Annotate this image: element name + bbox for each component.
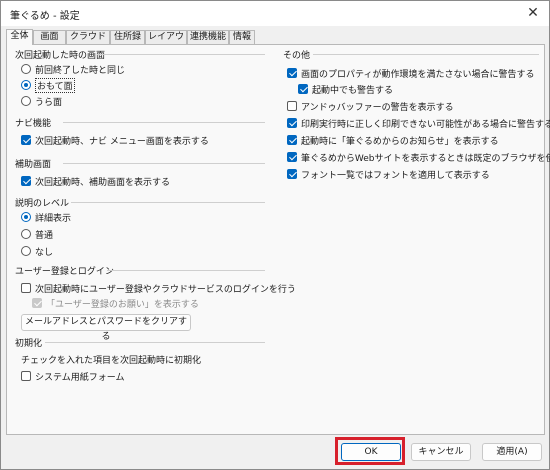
- checkbox-indicator[interactable]: [21, 371, 31, 381]
- section-divider: [63, 122, 265, 123]
- tab-layout[interactable]: レイアウト: [145, 30, 187, 54]
- radio-indicator[interactable]: [21, 80, 31, 90]
- checkbox-indicator[interactable]: [287, 68, 297, 78]
- section-level-heading: 説明のレベル: [15, 199, 70, 209]
- checkbox-system-paper-form[interactable]: システム用紙フォーム: [21, 370, 124, 383]
- clear-credentials-button[interactable]: メールアドレスとパスワードをクリアする: [21, 314, 191, 342]
- section-divider: [97, 54, 265, 55]
- radio-level-detail[interactable]: 詳細表示: [21, 211, 71, 224]
- window-title: 筆ぐるめ - 設定: [10, 11, 80, 22]
- section-divider: [63, 163, 265, 164]
- checkbox-indicator: [32, 298, 42, 308]
- section-divider: [107, 270, 265, 271]
- radio-indicator[interactable]: [21, 229, 31, 239]
- tab-general[interactable]: 全体: [6, 29, 33, 45]
- checkbox-indicator[interactable]: [298, 84, 308, 94]
- title-bar: 筆ぐるめ - 設定 ✕: [1, 1, 549, 26]
- section-divider: [313, 54, 539, 55]
- tab-address-book[interactable]: 住所録: [110, 30, 145, 44]
- radio-indicator[interactable]: [21, 212, 31, 222]
- checkbox-indicator[interactable]: [287, 101, 297, 111]
- radio-level-normal[interactable]: 普通: [21, 228, 53, 241]
- section-init-heading: 初期化: [15, 339, 43, 349]
- checkbox-indicator[interactable]: [287, 152, 297, 162]
- checkbox-warn-while-running[interactable]: 起動中でも警告する: [298, 83, 393, 96]
- radio-startup-last[interactable]: 前回終了した時と同じ: [21, 63, 125, 76]
- radio-indicator[interactable]: [21, 64, 31, 74]
- checkbox-indicator[interactable]: [287, 118, 297, 128]
- settings-panel: 次回起動した時の画面 前回終了した時と同じ おもて面 うら面 ナビ機能 次回起動…: [6, 44, 550, 435]
- section-navi-heading: ナビ機能: [15, 119, 52, 129]
- section-user-heading: ユーザー登録とログイン: [15, 267, 114, 277]
- section-startup-heading: 次回起動した時の画面: [15, 51, 106, 61]
- tab-screen[interactable]: 画面: [33, 30, 66, 44]
- section-assist-heading: 補助画面: [15, 160, 52, 170]
- checkbox-print-warning[interactable]: 印刷実行時に正しく印刷できない可能性がある場合に警告する: [287, 117, 550, 130]
- section-other-heading: その他: [283, 51, 311, 61]
- radio-startup-front[interactable]: おもて面: [21, 77, 75, 93]
- checkbox-navi-menu[interactable]: 次回起動時、ナビ メニュー画面を表示する: [21, 134, 209, 147]
- checkbox-user-login[interactable]: 次回起動時にユーザー登録やクラウドサービスのログインを行う: [21, 282, 296, 295]
- init-description: チェックを入れた項目を次回起動時に初期化: [21, 356, 202, 366]
- checkbox-indicator[interactable]: [21, 283, 31, 293]
- checkbox-assist-screen[interactable]: 次回起動時、補助画面を表示する: [21, 175, 170, 188]
- radio-indicator[interactable]: [21, 246, 31, 256]
- checkbox-indicator[interactable]: [287, 135, 297, 145]
- tab-integration[interactable]: 連携機能: [187, 30, 229, 44]
- radio-indicator[interactable]: [21, 96, 31, 106]
- apply-button[interactable]: 適用(A): [482, 443, 542, 461]
- radio-level-none[interactable]: なし: [21, 245, 53, 258]
- ok-button-highlight: [335, 437, 405, 465]
- checkbox-indicator[interactable]: [21, 176, 31, 186]
- section-divider: [45, 342, 265, 343]
- checkbox-font-preview[interactable]: フォント一覧ではフォントを適用して表示する: [287, 168, 490, 181]
- tab-info[interactable]: 情報: [229, 30, 255, 44]
- section-divider: [71, 202, 265, 203]
- checkbox-undo-buffer-warning[interactable]: アンドゥバッファーの警告を表示する: [287, 100, 454, 113]
- checkbox-indicator[interactable]: [21, 135, 31, 145]
- checkbox-display-warning[interactable]: 画面のプロパティが動作環境を満たさない場合に警告する: [287, 67, 534, 80]
- close-icon[interactable]: ✕: [523, 4, 543, 23]
- cancel-button[interactable]: キャンセル: [411, 443, 471, 461]
- checkbox-user-request: 「ユーザー登録のお願い」を表示する: [32, 297, 199, 310]
- checkbox-default-browser[interactable]: 筆ぐるめからWebサイトを表示するときは既定のブラウザを使う: [287, 151, 550, 164]
- checkbox-show-news[interactable]: 起動時に「筆ぐるめからのお知らせ」を表示する: [287, 134, 499, 147]
- radio-startup-back[interactable]: うら面: [21, 95, 62, 108]
- settings-window: 筆ぐるめ - 設定 ✕ 全体 画面 クラウド 住所録 レイアウト 連携機能 情報…: [0, 0, 550, 470]
- checkbox-indicator[interactable]: [287, 169, 297, 179]
- tab-cloud[interactable]: クラウド: [66, 30, 110, 44]
